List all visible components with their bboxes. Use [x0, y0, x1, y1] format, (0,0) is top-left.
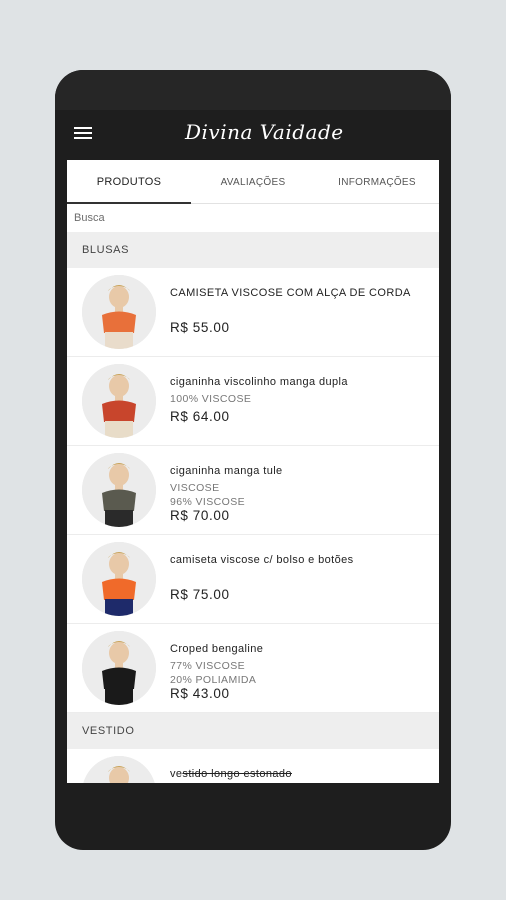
product-item[interactable]: ciganinha manga tule VISCOSE 96% VISCOSE R$…	[67, 446, 439, 535]
hamburger-menu-icon[interactable]	[74, 127, 92, 141]
product-name: ciganinha viscolinho manga dupla	[170, 376, 348, 388]
app-screen: PRODUTOS AVALIAÇÕES INFORMAÇÕES Busca BL…	[67, 160, 439, 783]
product-price: R$ 70.00	[170, 508, 230, 523]
tab-produtos[interactable]: PRODUTOS	[67, 160, 191, 204]
product-description: 100% VISCOSE	[170, 393, 252, 405]
active-tab-indicator	[67, 202, 191, 204]
tab-informacoes[interactable]: INFORMAÇÕES	[315, 160, 439, 204]
product-photo	[82, 631, 156, 705]
tab-bar: PRODUTOS AVALIAÇÕES INFORMAÇÕES	[67, 160, 439, 204]
tab-avaliacoes[interactable]: AVALIAÇÕES	[191, 160, 315, 204]
product-description: 77% VISCOSE	[170, 660, 246, 672]
product-thumbnail	[82, 275, 156, 349]
product-price: R$ 55.00	[170, 320, 230, 335]
product-name: vestido longo estonado	[170, 768, 292, 780]
product-description: 20% POLIAMIDA	[170, 674, 257, 686]
product-item[interactable]: Croped bengaline 77% VISCOSE 20% POLIAMIDA…	[67, 624, 439, 713]
product-photo	[82, 542, 156, 616]
search-input[interactable]: Busca	[67, 204, 439, 232]
app-bar: Divina Vaidade	[67, 108, 439, 160]
product-item[interactable]: ciganinha viscolinho manga dupla 100% VIS…	[67, 357, 439, 446]
product-photo	[82, 756, 156, 783]
product-item[interactable]: CAMISETA VISCOSE COM ALÇA DE CORDA R$ 55.…	[67, 268, 439, 357]
product-list-blusas: CAMISETA VISCOSE COM ALÇA DE CORDA R$ 55.…	[67, 268, 439, 713]
product-list-vestido: vestido longo estonado	[67, 749, 439, 783]
section-header-blusas: BLUSAS	[67, 232, 439, 268]
phone-top-edge	[55, 70, 451, 110]
product-name: ciganinha manga tule	[170, 465, 283, 477]
product-item[interactable]: vestido longo estonado	[67, 749, 439, 783]
product-item[interactable]: camiseta viscose c/ bolso e botões R$ 75.…	[67, 535, 439, 624]
product-thumbnail	[82, 756, 156, 783]
product-thumbnail	[82, 631, 156, 705]
product-price: R$ 43.00	[170, 686, 230, 701]
product-thumbnail	[82, 542, 156, 616]
brand-logo: Divina Vaidade	[185, 120, 344, 144]
product-name: Croped bengaline	[170, 643, 264, 655]
product-name: CAMISETA VISCOSE COM ALÇA DE CORDA	[170, 287, 411, 299]
product-name: camiseta viscose c/ bolso e botões	[170, 554, 354, 566]
product-thumbnail	[82, 364, 156, 438]
product-photo	[82, 364, 156, 438]
product-description: 96% VISCOSE	[170, 496, 246, 508]
product-description: VISCOSE	[170, 482, 220, 494]
product-price: R$ 64.00	[170, 409, 230, 424]
product-name-prefix: ve	[170, 768, 183, 780]
product-thumbnail	[82, 453, 156, 527]
product-photo	[82, 275, 156, 349]
section-header-vestido: VESTIDO	[67, 713, 439, 749]
product-name-strike: stido longo estonado	[182, 768, 292, 780]
product-photo	[82, 453, 156, 527]
product-price: R$ 75.00	[170, 587, 230, 602]
